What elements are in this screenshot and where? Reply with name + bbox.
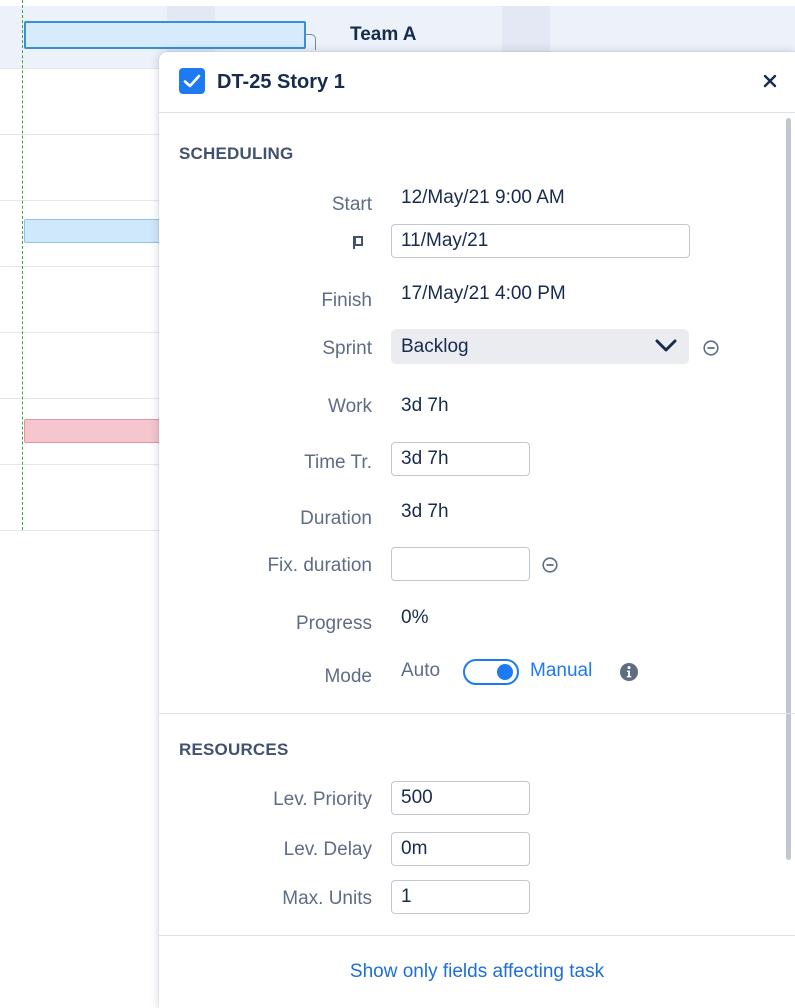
mode-label: Mode — [324, 666, 372, 687]
panel-footer: Show only fields affecting task — [159, 935, 795, 1008]
remove-circle-icon[interactable] — [542, 557, 558, 573]
sprint-select-value: Backlog — [401, 336, 469, 357]
fix-duration-input[interactable] — [391, 547, 530, 581]
gantt-row-divider — [0, 464, 165, 465]
checkbox-checked-icon — [179, 68, 205, 94]
section-title-resources: RESOURCES — [179, 740, 289, 759]
today-line — [22, 0, 23, 530]
gantt-row-divider — [0, 398, 165, 399]
mode-manual-label[interactable]: Manual — [530, 660, 592, 682]
finish-label: Finish — [321, 290, 372, 311]
gantt-row-divider — [0, 332, 165, 333]
constraint-date-input[interactable]: 11/May/21 — [391, 224, 690, 258]
gantt-task-bar-critical[interactable] — [24, 419, 174, 443]
max-units-input[interactable]: 1 — [391, 880, 530, 914]
panel-title: DT-25 Story 1 — [217, 71, 345, 93]
mode-toggle[interactable] — [463, 659, 519, 685]
time-tracking-label: Time Tr. — [304, 452, 372, 473]
mode-auto-label[interactable]: Auto — [401, 660, 440, 682]
panel-header: DT-25 Story 1 — [159, 52, 795, 113]
finish-value: 17/May/21 4:00 PM — [401, 283, 566, 304]
show-affecting-fields-link[interactable]: Show only fields affecting task — [159, 961, 795, 983]
gantt-task-bar-selected[interactable] — [24, 21, 306, 49]
task-details-panel: DT-25 Story 1 SCHEDULING Start 12/May/21… — [159, 52, 795, 1008]
time-tracking-input[interactable]: 3d 7h — [391, 442, 530, 476]
lev-priority-input[interactable]: 500 — [391, 781, 530, 815]
duration-label: Duration — [300, 508, 372, 529]
start-label: Start — [331, 194, 372, 215]
gantt-row-divider — [0, 134, 165, 135]
chevron-down-icon — [655, 339, 677, 358]
lev-delay-input[interactable]: 0m — [391, 832, 530, 866]
progress-label: Progress — [295, 613, 372, 634]
fix-duration-label: Fix. duration — [267, 555, 372, 576]
info-icon[interactable] — [619, 662, 639, 682]
gantt-row-header: Team A — [350, 24, 417, 45]
gantt-row-divider — [0, 530, 165, 531]
duration-value: 3d 7h — [401, 501, 449, 522]
work-label: Work — [328, 396, 372, 417]
section-title-scheduling: SCHEDULING — [179, 144, 294, 163]
scrollbar-thumb[interactable] — [786, 118, 791, 860]
remove-circle-icon[interactable] — [703, 340, 719, 356]
constraint-pin-icon — [351, 234, 365, 250]
sprint-label: Sprint — [322, 338, 372, 359]
gantt-dependency-link — [304, 34, 316, 50]
toggle-knob — [497, 664, 513, 680]
progress-value: 0% — [401, 607, 429, 628]
close-icon[interactable] — [759, 70, 781, 92]
lev-delay-label: Lev. Delay — [283, 839, 372, 860]
gantt-row-divider — [0, 266, 165, 267]
section-divider — [159, 713, 795, 714]
max-units-label: Max. Units — [282, 888, 372, 909]
sprint-select[interactable]: Backlog — [391, 329, 689, 364]
lev-priority-label: Lev. Priority — [273, 789, 372, 810]
start-value: 12/May/21 9:00 AM — [401, 187, 565, 208]
gantt-row-divider — [0, 200, 165, 201]
gantt-task-bar[interactable] — [24, 219, 174, 243]
work-value: 3d 7h — [401, 395, 449, 416]
gantt-row-divider — [0, 68, 165, 69]
